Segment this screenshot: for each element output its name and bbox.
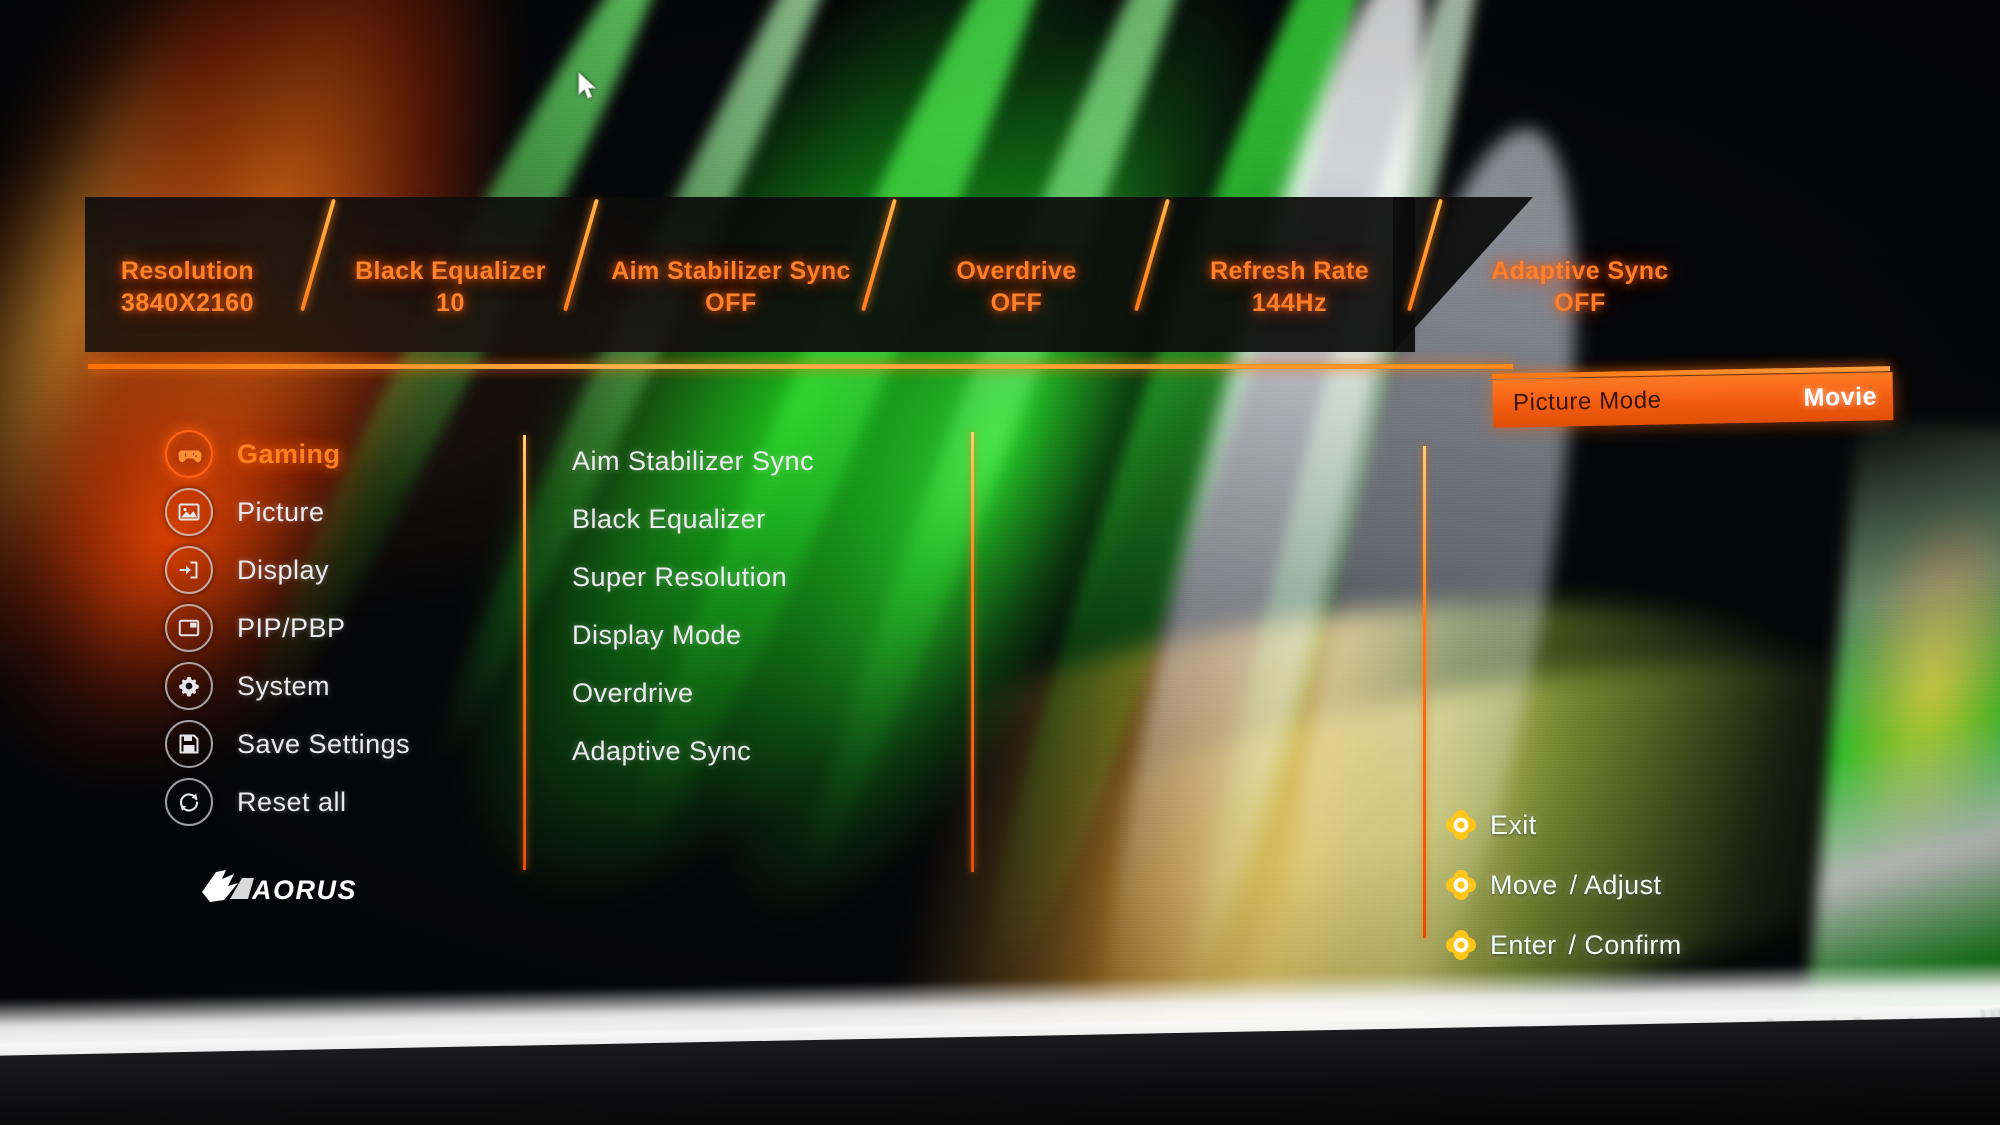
picture-mode-value: Movie bbox=[1803, 381, 1878, 412]
legend-label-adjust: / Adjust bbox=[1569, 869, 1662, 900]
aorus-logo: AORUS bbox=[202, 870, 357, 905]
status-item-adaptive-sync: Adaptive Sync OFF bbox=[1455, 255, 1705, 319]
status-label: Aim Stabilizer Sync bbox=[611, 257, 851, 285]
gear-icon bbox=[165, 662, 213, 710]
legend-label-confirm: / Confirm bbox=[1568, 929, 1682, 960]
submenu-item-label: Adaptive Sync bbox=[572, 735, 752, 766]
joystick-icon bbox=[1446, 930, 1476, 960]
status-item-aim-stabilizer-sync: Aim Stabilizer Sync OFF bbox=[611, 255, 851, 319]
submenu-item-label: Display Mode bbox=[572, 619, 742, 650]
sidebar-item-label: Picture bbox=[237, 496, 325, 527]
status-item-overdrive: Overdrive OFF bbox=[909, 255, 1124, 319]
submenu-list: Aim Stabilizer Sync Black Equalizer Supe… bbox=[572, 432, 902, 780]
image-icon bbox=[165, 488, 213, 536]
sidebar-item-save-settings[interactable]: Save Settings bbox=[165, 715, 485, 773]
sidebar-item-system[interactable]: System bbox=[165, 657, 485, 715]
sidebar-item-label: PIP/PBP bbox=[237, 612, 346, 643]
legend-label-enter: Enter bbox=[1490, 929, 1557, 960]
sidebar-menu: Gaming Picture Display PIP/PBP System Sa… bbox=[165, 425, 485, 831]
status-separator bbox=[1397, 255, 1455, 371]
sidebar-item-label: Save Settings bbox=[237, 728, 411, 759]
status-value: 10 bbox=[435, 289, 465, 317]
submenu-item-label: Super Resolution bbox=[572, 561, 788, 592]
legend-row-exit: Exit bbox=[1444, 795, 1682, 855]
status-separator bbox=[290, 255, 348, 371]
sidebar-item-label: Reset all bbox=[237, 786, 347, 817]
status-value: 3840X2160 bbox=[120, 289, 255, 317]
joystick-icon bbox=[1446, 810, 1476, 840]
submenu-item-black-equalizer[interactable]: Black Equalizer bbox=[572, 490, 902, 548]
sidebar-item-reset-all[interactable]: Reset all bbox=[165, 773, 485, 831]
legend-row-enter: Enter / Confirm bbox=[1444, 915, 1682, 975]
sidebar-item-pip-pbp[interactable]: PIP/PBP bbox=[165, 599, 485, 657]
legend-label-exit: Exit bbox=[1490, 809, 1537, 840]
aorus-logo-text: AORUS bbox=[251, 875, 357, 905]
status-item-refresh-rate: Refresh Rate 144Hz bbox=[1182, 255, 1397, 319]
status-value: OFF bbox=[705, 289, 757, 317]
sidebar-item-gaming[interactable]: Gaming bbox=[165, 425, 485, 483]
status-item-resolution: Resolution 3840X2160 bbox=[85, 255, 290, 319]
column-divider-3 bbox=[1423, 446, 1426, 938]
submenu-item-super-resolution[interactable]: Super Resolution bbox=[572, 548, 902, 606]
submenu-item-aim-stabilizer-sync[interactable]: Aim Stabilizer Sync bbox=[572, 432, 902, 490]
submenu-item-display-mode[interactable]: Display Mode bbox=[572, 606, 902, 664]
submenu-item-label: Overdrive bbox=[572, 677, 694, 708]
status-value: OFF bbox=[990, 289, 1043, 317]
status-separator bbox=[1124, 255, 1182, 371]
status-label: Overdrive bbox=[956, 257, 1077, 285]
sidebar-item-label: Display bbox=[237, 554, 330, 585]
status-value: OFF bbox=[1554, 289, 1606, 317]
gamepad-icon bbox=[165, 430, 213, 478]
status-value: 144Hz bbox=[1251, 289, 1328, 317]
status-separator bbox=[553, 255, 611, 371]
column-divider-1 bbox=[523, 435, 526, 870]
osd-overlay: Resolution 3840X2160 Black Equalizer 10 … bbox=[0, 0, 2000, 1125]
submenu-item-label: Black Equalizer bbox=[572, 503, 766, 534]
status-label: Black Equalizer bbox=[355, 257, 546, 285]
input-icon bbox=[165, 546, 213, 594]
joystick-icon bbox=[1446, 870, 1476, 900]
sidebar-item-label: System bbox=[237, 670, 331, 701]
status-separator bbox=[851, 255, 909, 371]
submenu-item-adaptive-sync[interactable]: Adaptive Sync bbox=[572, 722, 902, 780]
osd-horizontal-rule bbox=[88, 364, 1513, 369]
floppy-icon bbox=[165, 720, 213, 768]
sidebar-item-label: Gaming bbox=[237, 438, 341, 469]
status-label: Refresh Rate bbox=[1209, 257, 1370, 285]
control-legend: Exit Move / Adjust Enter / Confirm bbox=[1444, 795, 1682, 975]
picture-mode-row[interactable]: Picture Mode Movie bbox=[1492, 372, 1894, 428]
sidebar-item-picture[interactable]: Picture bbox=[165, 483, 485, 541]
column-divider-2 bbox=[971, 432, 974, 872]
status-bar: Resolution 3840X2160 Black Equalizer 10 … bbox=[85, 255, 1905, 335]
submenu-item-overdrive[interactable]: Overdrive bbox=[572, 664, 902, 722]
legend-row-move: Move / Adjust bbox=[1444, 855, 1682, 915]
picture-mode-label: Picture Mode bbox=[1512, 386, 1662, 417]
status-label: Adaptive Sync bbox=[1491, 257, 1669, 285]
sidebar-item-display[interactable]: Display bbox=[165, 541, 485, 599]
status-label: Resolution bbox=[120, 257, 255, 285]
submenu-item-label: Aim Stabilizer Sync bbox=[572, 445, 815, 476]
legend-label-move: Move bbox=[1490, 869, 1558, 900]
refresh-icon bbox=[165, 778, 213, 826]
pip-icon bbox=[165, 604, 213, 652]
status-item-black-equalizer: Black Equalizer 10 bbox=[348, 255, 553, 319]
